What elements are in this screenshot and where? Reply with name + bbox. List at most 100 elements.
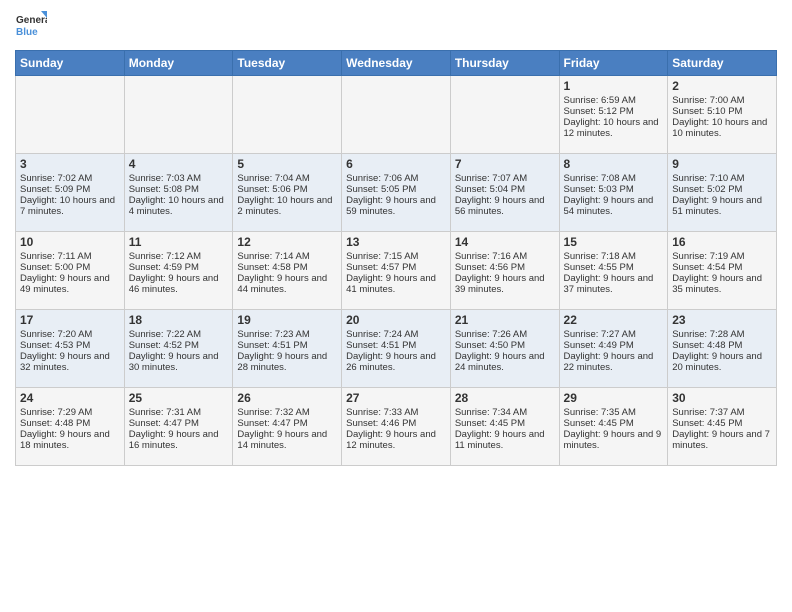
day-number: 1 <box>564 79 664 93</box>
sunset: Sunset: 4:48 PM <box>672 340 742 351</box>
day-number: 3 <box>20 157 120 171</box>
header-day-monday: Monday <box>124 51 233 76</box>
day-number: 2 <box>672 79 772 93</box>
calendar-cell: 28 Sunrise: 7:34 AMSunset: 4:45 PMDayligh… <box>450 388 559 466</box>
day-number: 25 <box>129 391 229 405</box>
day-number: 17 <box>20 313 120 327</box>
sunrise: Sunrise: 7:15 AM <box>346 251 418 262</box>
day-number: 28 <box>455 391 555 405</box>
daylight: Daylight: 9 hours and 14 minutes. <box>237 429 327 451</box>
daylight: Daylight: 9 hours and 9 minutes. <box>564 429 662 451</box>
week-row-5: 24Sunrise: 7:29 AMSunset: 4:48 PMDayligh… <box>16 388 777 466</box>
sunset: Sunset: 4:51 PM <box>237 340 307 351</box>
sunrise: Sunrise: 7:37 AM <box>672 407 744 418</box>
calendar-cell: 17Sunrise: 7:20 AMSunset: 4:53 PMDayligh… <box>16 310 125 388</box>
sunset: Sunset: 4:58 PM <box>237 262 307 273</box>
sunrise: Sunrise: 7:14 AM <box>237 251 309 262</box>
daylight: Daylight: 9 hours and 51 minutes. <box>672 195 762 217</box>
sunrise: Sunrise: 7:18 AM <box>564 251 636 262</box>
daylight: Daylight: 9 hours and 28 minutes. <box>237 351 327 373</box>
calendar-table: SundayMondayTuesdayWednesdayThursdayFrid… <box>15 50 777 466</box>
day-number: 23 <box>672 313 772 327</box>
calendar-cell: 10Sunrise: 7:11 AMSunset: 5:00 PMDayligh… <box>16 232 125 310</box>
daylight: Daylight: 9 hours and 30 minutes. <box>129 351 219 373</box>
calendar-cell: 21Sunrise: 7:26 AMSunset: 4:50 PMDayligh… <box>450 310 559 388</box>
day-number: 16 <box>672 235 772 249</box>
sunset: Sunset: 5:03 PM <box>564 184 634 195</box>
sunrise: Sunrise: 7:32 AM <box>237 407 309 418</box>
sunrise: Sunrise: 7:03 AM <box>129 173 201 184</box>
svg-text:General: General <box>16 15 47 26</box>
daylight: Daylight: 9 hours and 32 minutes. <box>20 351 110 373</box>
calendar-cell: 30Sunrise: 7:37 AMSunset: 4:45 PMDayligh… <box>668 388 777 466</box>
calendar-cell: 22Sunrise: 7:27 AMSunset: 4:49 PMDayligh… <box>559 310 668 388</box>
logo-graphic: General Blue <box>15 10 47 42</box>
daylight: Daylight: 9 hours and 7 minutes. <box>672 429 770 451</box>
header-day-friday: Friday <box>559 51 668 76</box>
calendar-cell: 9Sunrise: 7:10 AMSunset: 5:02 PMDaylight… <box>668 154 777 232</box>
calendar-cell: 13Sunrise: 7:15 AMSunset: 4:57 PMDayligh… <box>342 232 451 310</box>
calendar-cell: 14Sunrise: 7:16 AMSunset: 4:56 PMDayligh… <box>450 232 559 310</box>
day-number: 11 <box>129 235 229 249</box>
daylight: Daylight: 9 hours and 46 minutes. <box>129 273 219 295</box>
calendar-cell: 20Sunrise: 7:24 AMSunset: 4:51 PMDayligh… <box>342 310 451 388</box>
calendar-cell: 4 Sunrise: 7:03 AMSunset: 5:08 PMDaylight… <box>124 154 233 232</box>
daylight: Daylight: 10 hours and 10 minutes. <box>672 117 767 139</box>
week-row-1: 1Sunrise: 6:59 AMSunset: 5:12 PMDaylight… <box>16 76 777 154</box>
sunrise: Sunrise: 7:35 AM <box>564 407 636 418</box>
sunset: Sunset: 4:51 PM <box>346 340 416 351</box>
sunrise: Sunrise: 7:16 AM <box>455 251 527 262</box>
sunrise: Sunrise: 7:22 AM <box>129 329 201 340</box>
week-row-3: 10Sunrise: 7:11 AMSunset: 5:00 PMDayligh… <box>16 232 777 310</box>
daylight: Daylight: 9 hours and 35 minutes. <box>672 273 762 295</box>
sunrise: Sunrise: 7:12 AM <box>129 251 201 262</box>
header-day-wednesday: Wednesday <box>342 51 451 76</box>
daylight: Daylight: 10 hours and 2 minutes. <box>237 195 332 217</box>
sunset: Sunset: 4:50 PM <box>455 340 525 351</box>
logo: General Blue <box>15 10 47 42</box>
sunset: Sunset: 5:06 PM <box>237 184 307 195</box>
sunset: Sunset: 4:53 PM <box>20 340 90 351</box>
sunrise: Sunrise: 7:27 AM <box>564 329 636 340</box>
day-number: 19 <box>237 313 337 327</box>
calendar-cell <box>342 76 451 154</box>
sunset: Sunset: 4:57 PM <box>346 262 416 273</box>
calendar-cell: 7Sunrise: 7:07 AMSunset: 5:04 PMDaylight… <box>450 154 559 232</box>
sunset: Sunset: 4:59 PM <box>129 262 199 273</box>
sunset: Sunset: 4:46 PM <box>346 418 416 429</box>
day-number: 27 <box>346 391 446 405</box>
calendar-cell <box>16 76 125 154</box>
day-number: 9 <box>672 157 772 171</box>
daylight: Daylight: 9 hours and 16 minutes. <box>129 429 219 451</box>
header-row: SundayMondayTuesdayWednesdayThursdayFrid… <box>16 51 777 76</box>
calendar-cell: 11 Sunrise: 7:12 AMSunset: 4:59 PMDayligh… <box>124 232 233 310</box>
header: General Blue <box>15 10 777 42</box>
sunrise: Sunrise: 7:26 AM <box>455 329 527 340</box>
calendar-cell: 12Sunrise: 7:14 AMSunset: 4:58 PMDayligh… <box>233 232 342 310</box>
daylight: Daylight: 9 hours and 12 minutes. <box>346 429 436 451</box>
day-number: 22 <box>564 313 664 327</box>
daylight: Daylight: 9 hours and 54 minutes. <box>564 195 654 217</box>
sunset: Sunset: 4:45 PM <box>455 418 525 429</box>
day-number: 10 <box>20 235 120 249</box>
calendar-cell: 25Sunrise: 7:31 AMSunset: 4:47 PMDayligh… <box>124 388 233 466</box>
daylight: Daylight: 9 hours and 18 minutes. <box>20 429 110 451</box>
sunset: Sunset: 5:04 PM <box>455 184 525 195</box>
daylight: Daylight: 10 hours and 4 minutes. <box>129 195 224 217</box>
calendar-cell: 1Sunrise: 6:59 AMSunset: 5:12 PMDaylight… <box>559 76 668 154</box>
day-number: 8 <box>564 157 664 171</box>
sunrise: Sunrise: 7:34 AM <box>455 407 527 418</box>
daylight: Daylight: 9 hours and 11 minutes. <box>455 429 545 451</box>
sunset: Sunset: 4:52 PM <box>129 340 199 351</box>
sunrise: Sunrise: 7:11 AM <box>20 251 92 262</box>
sunrise: Sunrise: 7:23 AM <box>237 329 309 340</box>
day-number: 4 <box>129 157 229 171</box>
svg-text:Blue: Blue <box>16 27 38 38</box>
sunrise: Sunrise: 7:08 AM <box>564 173 636 184</box>
sunset: Sunset: 5:08 PM <box>129 184 199 195</box>
sunrise: Sunrise: 7:00 AM <box>672 95 744 106</box>
sunrise: Sunrise: 6:59 AM <box>564 95 636 106</box>
daylight: Daylight: 9 hours and 44 minutes. <box>237 273 327 295</box>
day-number: 29 <box>564 391 664 405</box>
daylight: Daylight: 9 hours and 56 minutes. <box>455 195 545 217</box>
